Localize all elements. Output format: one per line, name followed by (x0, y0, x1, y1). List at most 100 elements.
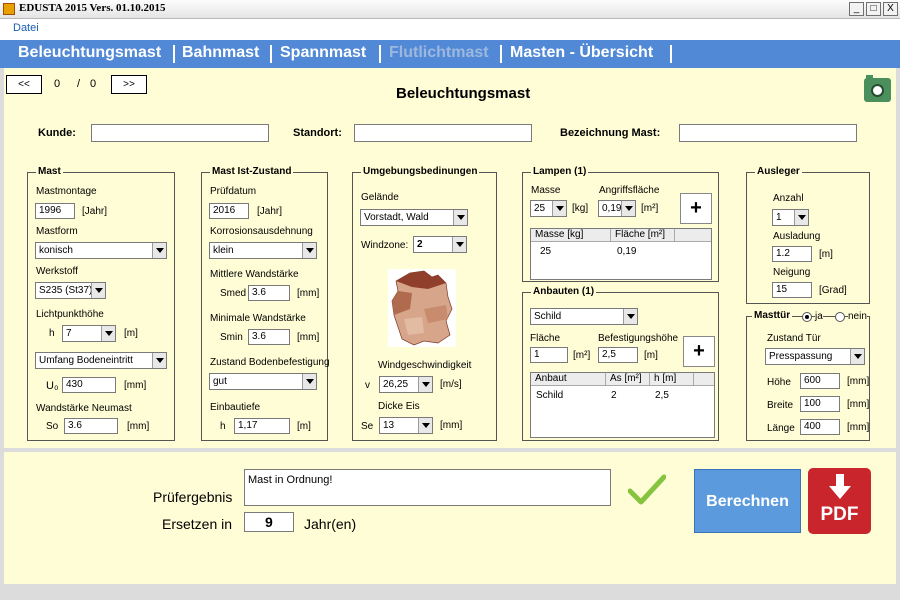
table-cell[interactable]: Schild (536, 390, 563, 401)
record-total: 0 (90, 78, 97, 90)
berechnen-button[interactable]: Berechnen (694, 469, 801, 533)
anbauten-type-select[interactable]: Schild (530, 308, 638, 325)
table-cell[interactable]: 2 (611, 390, 617, 401)
next-record-button[interactable]: >> (111, 75, 147, 94)
anbauten-group-title: Anbauten (1) (531, 286, 597, 297)
pruefdatum-input[interactable]: 2016 (209, 203, 249, 219)
ist-zustand-group-title: Mast Ist-Zustand (210, 166, 294, 177)
smed-input[interactable]: 3.6 (248, 285, 290, 301)
prev-record-button[interactable]: << (6, 75, 42, 94)
masttuer-group: Masttür ja nein Zustand Tür Presspassung… (746, 310, 870, 441)
close-button[interactable]: X (883, 2, 898, 16)
lampen-table: Masse [kg] Fläche [m²] 25 0,19 (530, 228, 712, 280)
table-cell[interactable]: 0,19 (617, 246, 636, 257)
einbautiefe-input[interactable]: 1,17 (234, 418, 290, 434)
windzone-map-icon (388, 269, 456, 347)
add-anbau-button[interactable]: + (683, 336, 715, 367)
lampen-masse-label: Masse (531, 185, 561, 196)
korrosion-value: klein (213, 245, 234, 256)
chevron-down-icon (418, 418, 432, 433)
werkstoff-select[interactable]: S235 (St37) (35, 282, 106, 299)
mast-group: Mast Mastmontage 1996 [Jahr] Mastform ko… (27, 166, 175, 441)
umfang-symbol: U₀ (46, 380, 59, 392)
umfang-unit: [mm] (124, 380, 147, 391)
masttuer-ja-radio[interactable] (802, 312, 812, 322)
masttuer-ja-label: ja (815, 311, 823, 322)
befestigungshoehe-input[interactable]: 2,5 (598, 347, 638, 363)
ausleger-group: Ausleger Anzahl 1 Ausladung 1.2 [m] Neig… (746, 166, 870, 304)
pdf-export-button[interactable]: PDF (808, 468, 871, 534)
chevron-down-icon (302, 374, 316, 389)
tuer-laenge-input[interactable]: 400 (800, 419, 840, 435)
zustand-bodenbefestigung-select[interactable]: gut (209, 373, 317, 390)
minimale-wandstaerke-label: Minimale Wandstärke (210, 313, 306, 324)
chevron-down-icon (794, 210, 808, 225)
chevron-down-icon (152, 353, 166, 368)
tab-bahnmast[interactable]: Bahnmast (182, 44, 259, 66)
mastform-select[interactable]: konisch (35, 242, 167, 259)
chevron-down-icon (453, 210, 467, 225)
bezeichnung-input[interactable] (679, 124, 857, 142)
menu-datei[interactable]: Datei (13, 22, 39, 34)
umfang-input[interactable]: 430 (62, 377, 116, 393)
ausladung-label: Ausladung (773, 231, 821, 242)
anbauten-flaeche-unit: [m²] (573, 350, 591, 361)
gelaende-select[interactable]: Vorstadt, Wald (360, 209, 468, 226)
mastform-label: Mastform (36, 226, 78, 237)
pruefergebnis-textbox[interactable]: Mast in Ordnung! (244, 469, 611, 506)
lampen-masse-select[interactable]: 25 (530, 200, 567, 217)
tab-beleuchtungsmast[interactable]: Beleuchtungsmast (18, 44, 161, 66)
tab-masten-uebersicht[interactable]: Masten - Übersicht (510, 44, 653, 66)
masttuer-nein-radio[interactable] (835, 312, 845, 322)
wandstaerke-unit: [mm] (127, 421, 150, 432)
table-cell[interactable]: 2,5 (655, 390, 669, 401)
main-panel: << 0 / 0 >> Beleuchtungsmast Kunde: Stan… (4, 68, 896, 448)
einbautiefe-symbol: h (220, 421, 226, 432)
zustand-bodenbefestigung-label: Zustand Bodenbefestigung (210, 357, 330, 368)
camera-icon[interactable] (864, 75, 891, 102)
lichtpunkthoehe-select[interactable]: 7 (62, 325, 116, 342)
maximize-button[interactable]: □ (866, 2, 881, 16)
anzahl-select[interactable]: 1 (772, 209, 809, 226)
ausladung-input[interactable]: 1.2 (772, 246, 812, 262)
lampen-masse-value: 25 (534, 203, 546, 214)
window-title: EDUSTA 2015 Vers. 01.10.2015 (19, 2, 166, 14)
korrosion-select[interactable]: klein (209, 242, 317, 259)
minimize-button[interactable]: _ (849, 2, 864, 16)
anzahl-value: 1 (776, 212, 782, 223)
standort-input[interactable] (354, 124, 532, 142)
tab-spannmast[interactable]: Spannmast (280, 44, 366, 66)
lampen-flaeche-label: Angriffsfläche (599, 185, 660, 196)
add-lampe-button[interactable]: + (680, 193, 712, 224)
ersetzen-input[interactable]: 9 (244, 512, 294, 532)
masttuer-group-title: Masttür (752, 310, 793, 321)
ausladung-unit: [m] (819, 249, 833, 260)
se-symbol: Se (361, 421, 374, 432)
tuer-breite-input[interactable]: 100 (800, 396, 840, 412)
mastmontage-input[interactable]: 1996 (35, 203, 75, 219)
dicke-eis-select[interactable]: 13 (379, 417, 433, 434)
umfang-select[interactable]: Umfang Bodeneintritt (35, 352, 167, 369)
wandstaerke-input[interactable]: 3.6 (64, 418, 118, 434)
page-title: Beleuchtungsmast (396, 85, 531, 102)
zustand-tuer-select[interactable]: Presspassung (765, 348, 865, 365)
anbauten-flaeche-input[interactable]: 1 (530, 347, 568, 363)
windgeschwindigkeit-select[interactable]: 26,25 (379, 376, 433, 393)
kunde-label: Kunde: (38, 127, 76, 139)
anbauten-table: Anbaut As [m²] h [m] Schild 2 2,5 (530, 372, 715, 438)
chevron-down-icon (302, 243, 316, 258)
neigung-label: Neigung (773, 267, 811, 278)
lampen-flaeche-select[interactable]: 0,19 (598, 200, 636, 217)
tuer-laenge-unit: [mm] (847, 422, 870, 433)
ersetzen-label: Ersetzen in (162, 516, 233, 532)
neigung-input[interactable]: 15 (772, 282, 812, 298)
smin-input[interactable]: 3.6 (248, 329, 290, 345)
tuer-breite-unit: [mm] (847, 399, 870, 410)
smin-symbol: Smin (220, 332, 243, 343)
mast-group-title: Mast (36, 166, 63, 177)
table-cell[interactable]: 25 (540, 246, 551, 257)
kunde-input[interactable] (91, 124, 269, 142)
tuer-hoehe-input[interactable]: 600 (800, 373, 840, 389)
befestigungshoehe-label: Befestigungshöhe (598, 333, 679, 344)
windzone-select[interactable]: 2 (413, 236, 467, 253)
